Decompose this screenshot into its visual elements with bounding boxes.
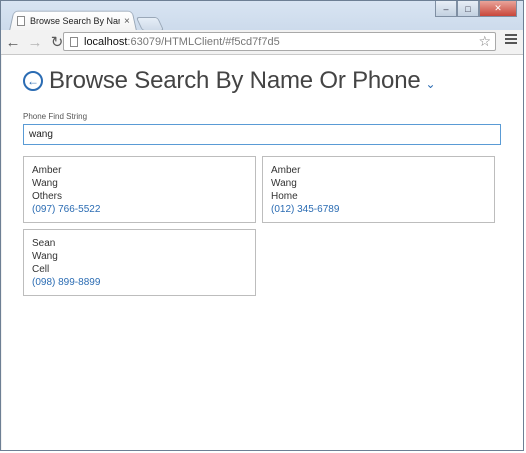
search-input[interactable]: [23, 124, 501, 145]
browser-window: Browse Search By Name O × – □ ✕ ← → ↻ lo…: [0, 0, 524, 451]
last-name: Wang: [271, 178, 297, 189]
first-name: Amber: [271, 165, 301, 176]
back-arrow-icon[interactable]: ←: [3, 32, 23, 52]
phone-type: Home: [271, 191, 298, 202]
phone-number: (098) 899-8899: [32, 277, 101, 288]
result-tile[interactable]: Sean Wang Cell (098) 899-8899: [23, 229, 256, 296]
new-tab-button[interactable]: [135, 17, 165, 31]
tab-title: Browse Search By Name O: [30, 16, 120, 26]
tab-close-icon[interactable]: ×: [124, 16, 130, 27]
result-tile[interactable]: Amber Wang Home (012) 345-6789: [262, 156, 495, 223]
first-name: Amber: [32, 165, 62, 176]
page-icon: [17, 16, 25, 26]
last-name: Wang: [32, 178, 58, 189]
minimize-button[interactable]: –: [435, 1, 457, 17]
menu-icon[interactable]: [505, 34, 517, 46]
address-bar[interactable]: localhost:63079/HTMLClient/#f5cd7f7d5 ☆: [63, 32, 496, 51]
tab-strip: Browse Search By Name O × – □ ✕: [1, 1, 523, 31]
url-path: :63079/HTMLClient/#f5cd7f7d5: [127, 35, 280, 48]
page-header: ← Browse Search By Name Or Phone ⌄: [23, 67, 436, 95]
phone-number: (012) 345-6789: [271, 204, 340, 215]
result-tile[interactable]: Amber Wang Others (097) 766-5522: [23, 156, 256, 223]
close-window-button[interactable]: ✕: [479, 1, 517, 17]
phone-number: (097) 766-5522: [32, 204, 101, 215]
back-button-icon[interactable]: ←: [23, 71, 43, 91]
maximize-button[interactable]: □: [457, 1, 479, 17]
url-host: localhost: [84, 35, 128, 48]
window-controls: – □ ✕: [435, 1, 517, 17]
phone-type: Others: [32, 191, 63, 202]
chevron-down-icon[interactable]: ⌄: [426, 77, 436, 91]
bookmark-star-icon[interactable]: ☆: [478, 33, 491, 50]
first-name: Sean: [32, 238, 56, 249]
browser-tab-content[interactable]: Browse Search By Name O ×: [13, 11, 135, 31]
search-label: Phone Find String: [23, 112, 88, 121]
app-page: ← Browse Search By Name Or Phone ⌄ Phone…: [2, 55, 523, 450]
last-name: Wang: [32, 251, 58, 262]
phone-type: Cell: [32, 264, 50, 275]
page-icon: [70, 36, 78, 47]
forward-arrow-icon[interactable]: →: [25, 32, 45, 52]
browser-toolbar: ← → ↻ localhost:63079/HTMLClient/#f5cd7f…: [1, 30, 523, 55]
page-title: Browse Search By Name Or Phone: [49, 67, 421, 94]
